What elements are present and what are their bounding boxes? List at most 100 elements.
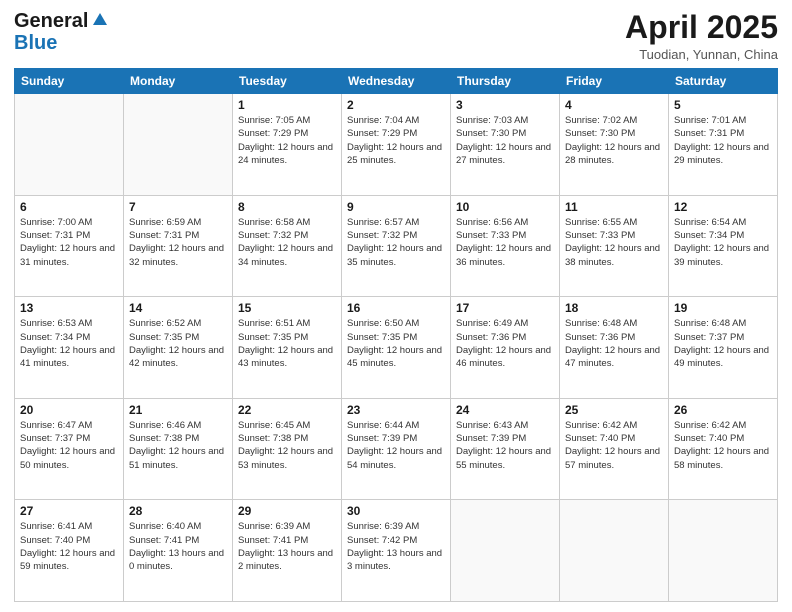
calendar-cell	[451, 500, 560, 602]
day-info: Sunrise: 6:47 AMSunset: 7:37 PMDaylight:…	[20, 419, 118, 472]
day-info: Sunrise: 7:02 AMSunset: 7:30 PMDaylight:…	[565, 114, 663, 167]
logo-triangle-icon	[93, 13, 107, 25]
calendar-table: Sunday Monday Tuesday Wednesday Thursday…	[14, 68, 778, 602]
day-number: 9	[347, 200, 445, 214]
day-info: Sunrise: 6:55 AMSunset: 7:33 PMDaylight:…	[565, 216, 663, 269]
calendar-cell	[124, 94, 233, 196]
col-tuesday: Tuesday	[233, 69, 342, 94]
day-info: Sunrise: 6:57 AMSunset: 7:32 PMDaylight:…	[347, 216, 445, 269]
day-number: 7	[129, 200, 227, 214]
day-info: Sunrise: 6:49 AMSunset: 7:36 PMDaylight:…	[456, 317, 554, 370]
day-info: Sunrise: 6:48 AMSunset: 7:36 PMDaylight:…	[565, 317, 663, 370]
day-info: Sunrise: 6:42 AMSunset: 7:40 PMDaylight:…	[674, 419, 772, 472]
calendar-cell	[15, 94, 124, 196]
calendar-cell	[560, 500, 669, 602]
day-info: Sunrise: 6:48 AMSunset: 7:37 PMDaylight:…	[674, 317, 772, 370]
day-number: 5	[674, 98, 772, 112]
day-info: Sunrise: 6:53 AMSunset: 7:34 PMDaylight:…	[20, 317, 118, 370]
day-number: 12	[674, 200, 772, 214]
day-info: Sunrise: 7:03 AMSunset: 7:30 PMDaylight:…	[456, 114, 554, 167]
calendar-cell: 21 Sunrise: 6:46 AMSunset: 7:38 PMDayligh…	[124, 398, 233, 500]
day-info: Sunrise: 6:39 AMSunset: 7:42 PMDaylight:…	[347, 520, 445, 573]
calendar-cell	[669, 500, 778, 602]
calendar-cell: 11Sunrise: 6:55 AMSunset: 7:33 PMDayligh…	[560, 195, 669, 297]
day-info: Sunrise: 6:46 AMSunset: 7:38 PMDaylight:…	[129, 419, 227, 472]
day-number: 16	[347, 301, 445, 315]
logo-line2: Blue	[14, 32, 107, 54]
day-number: 26	[674, 403, 772, 417]
calendar-cell: 28 Sunrise: 6:40 AMSunset: 7:41 PMDayligh…	[124, 500, 233, 602]
day-info: Sunrise: 6:54 AMSunset: 7:34 PMDaylight:…	[674, 216, 772, 269]
day-info: Sunrise: 7:01 AMSunset: 7:31 PMDaylight:…	[674, 114, 772, 167]
day-number: 24	[456, 403, 554, 417]
day-number: 29	[238, 504, 336, 518]
calendar-cell: 29Sunrise: 6:39 AMSunset: 7:41 PMDayligh…	[233, 500, 342, 602]
calendar-cell: 23Sunrise: 6:44 AMSunset: 7:39 PMDayligh…	[342, 398, 451, 500]
calendar-cell: 12 Sunrise: 6:54 AMSunset: 7:34 PMDayligh…	[669, 195, 778, 297]
day-info: Sunrise: 6:58 AMSunset: 7:32 PMDaylight:…	[238, 216, 336, 269]
logo-general-text: General	[14, 10, 88, 32]
calendar-cell: 16 Sunrise: 6:50 AMSunset: 7:35 PMDayligh…	[342, 297, 451, 399]
calendar-cell: 2 Sunrise: 7:04 AMSunset: 7:29 PMDaylight…	[342, 94, 451, 196]
day-info: Sunrise: 6:51 AMSunset: 7:35 PMDaylight:…	[238, 317, 336, 370]
calendar-week-5: 27Sunrise: 6:41 AMSunset: 7:40 PMDayligh…	[15, 500, 778, 602]
calendar-week-4: 20 Sunrise: 6:47 AMSunset: 7:37 PMDayligh…	[15, 398, 778, 500]
col-monday: Monday	[124, 69, 233, 94]
day-info: Sunrise: 6:50 AMSunset: 7:35 PMDaylight:…	[347, 317, 445, 370]
calendar-header: Sunday Monday Tuesday Wednesday Thursday…	[15, 69, 778, 94]
day-number: 21	[129, 403, 227, 417]
calendar-week-2: 6 Sunrise: 7:00 AMSunset: 7:31 PMDaylight…	[15, 195, 778, 297]
calendar-cell: 18 Sunrise: 6:48 AMSunset: 7:36 PMDayligh…	[560, 297, 669, 399]
day-info: Sunrise: 6:40 AMSunset: 7:41 PMDaylight:…	[129, 520, 227, 573]
day-info: Sunrise: 6:43 AMSunset: 7:39 PMDaylight:…	[456, 419, 554, 472]
day-info: Sunrise: 6:59 AMSunset: 7:31 PMDaylight:…	[129, 216, 227, 269]
header-row: Sunday Monday Tuesday Wednesday Thursday…	[15, 69, 778, 94]
calendar-cell: 5 Sunrise: 7:01 AMSunset: 7:31 PMDaylight…	[669, 94, 778, 196]
calendar-cell: 13Sunrise: 6:53 AMSunset: 7:34 PMDayligh…	[15, 297, 124, 399]
subtitle: Tuodian, Yunnan, China	[625, 47, 778, 62]
calendar-cell: 8 Sunrise: 6:58 AMSunset: 7:32 PMDaylight…	[233, 195, 342, 297]
day-number: 14	[129, 301, 227, 315]
calendar-cell: 7 Sunrise: 6:59 AMSunset: 7:31 PMDaylight…	[124, 195, 233, 297]
calendar-cell: 1Sunrise: 7:05 AMSunset: 7:29 PMDaylight…	[233, 94, 342, 196]
day-number: 25	[565, 403, 663, 417]
calendar-cell: 24 Sunrise: 6:43 AMSunset: 7:39 PMDayligh…	[451, 398, 560, 500]
header: General Blue April 2025 Tuodian, Yunnan,…	[14, 10, 778, 62]
calendar-cell: 30Sunrise: 6:39 AMSunset: 7:42 PMDayligh…	[342, 500, 451, 602]
title-section: April 2025 Tuodian, Yunnan, China	[625, 10, 778, 62]
day-number: 18	[565, 301, 663, 315]
day-number: 2	[347, 98, 445, 112]
logo-wrap: General Blue	[14, 10, 107, 54]
day-number: 8	[238, 200, 336, 214]
day-number: 3	[456, 98, 554, 112]
calendar-cell: 10Sunrise: 6:56 AMSunset: 7:33 PMDayligh…	[451, 195, 560, 297]
day-info: Sunrise: 7:00 AMSunset: 7:31 PMDaylight:…	[20, 216, 118, 269]
calendar-cell: 22Sunrise: 6:45 AMSunset: 7:38 PMDayligh…	[233, 398, 342, 500]
logo-line1: General	[14, 10, 107, 32]
day-number: 17	[456, 301, 554, 315]
col-thursday: Thursday	[451, 69, 560, 94]
day-number: 6	[20, 200, 118, 214]
col-sunday: Sunday	[15, 69, 124, 94]
calendar-week-1: 1Sunrise: 7:05 AMSunset: 7:29 PMDaylight…	[15, 94, 778, 196]
calendar-cell: 6 Sunrise: 7:00 AMSunset: 7:31 PMDaylight…	[15, 195, 124, 297]
calendar-cell: 3 Sunrise: 7:03 AMSunset: 7:30 PMDaylight…	[451, 94, 560, 196]
day-info: Sunrise: 6:45 AMSunset: 7:38 PMDaylight:…	[238, 419, 336, 472]
day-number: 15	[238, 301, 336, 315]
page: General Blue April 2025 Tuodian, Yunnan,…	[0, 0, 792, 612]
col-wednesday: Wednesday	[342, 69, 451, 94]
day-number: 20	[20, 403, 118, 417]
calendar-cell: 25 Sunrise: 6:42 AMSunset: 7:40 PMDayligh…	[560, 398, 669, 500]
day-info: Sunrise: 6:42 AMSunset: 7:40 PMDaylight:…	[565, 419, 663, 472]
day-number: 19	[674, 301, 772, 315]
day-number: 10	[456, 200, 554, 214]
day-number: 28	[129, 504, 227, 518]
calendar-cell: 26 Sunrise: 6:42 AMSunset: 7:40 PMDayligh…	[669, 398, 778, 500]
calendar-cell: 19 Sunrise: 6:48 AMSunset: 7:37 PMDayligh…	[669, 297, 778, 399]
day-info: Sunrise: 7:04 AMSunset: 7:29 PMDaylight:…	[347, 114, 445, 167]
logo-blue-text: Blue	[14, 32, 57, 54]
calendar-cell: 9 Sunrise: 6:57 AMSunset: 7:32 PMDaylight…	[342, 195, 451, 297]
calendar-cell: 27Sunrise: 6:41 AMSunset: 7:40 PMDayligh…	[15, 500, 124, 602]
main-title: April 2025	[625, 10, 778, 45]
calendar-cell: 17 Sunrise: 6:49 AMSunset: 7:36 PMDayligh…	[451, 297, 560, 399]
